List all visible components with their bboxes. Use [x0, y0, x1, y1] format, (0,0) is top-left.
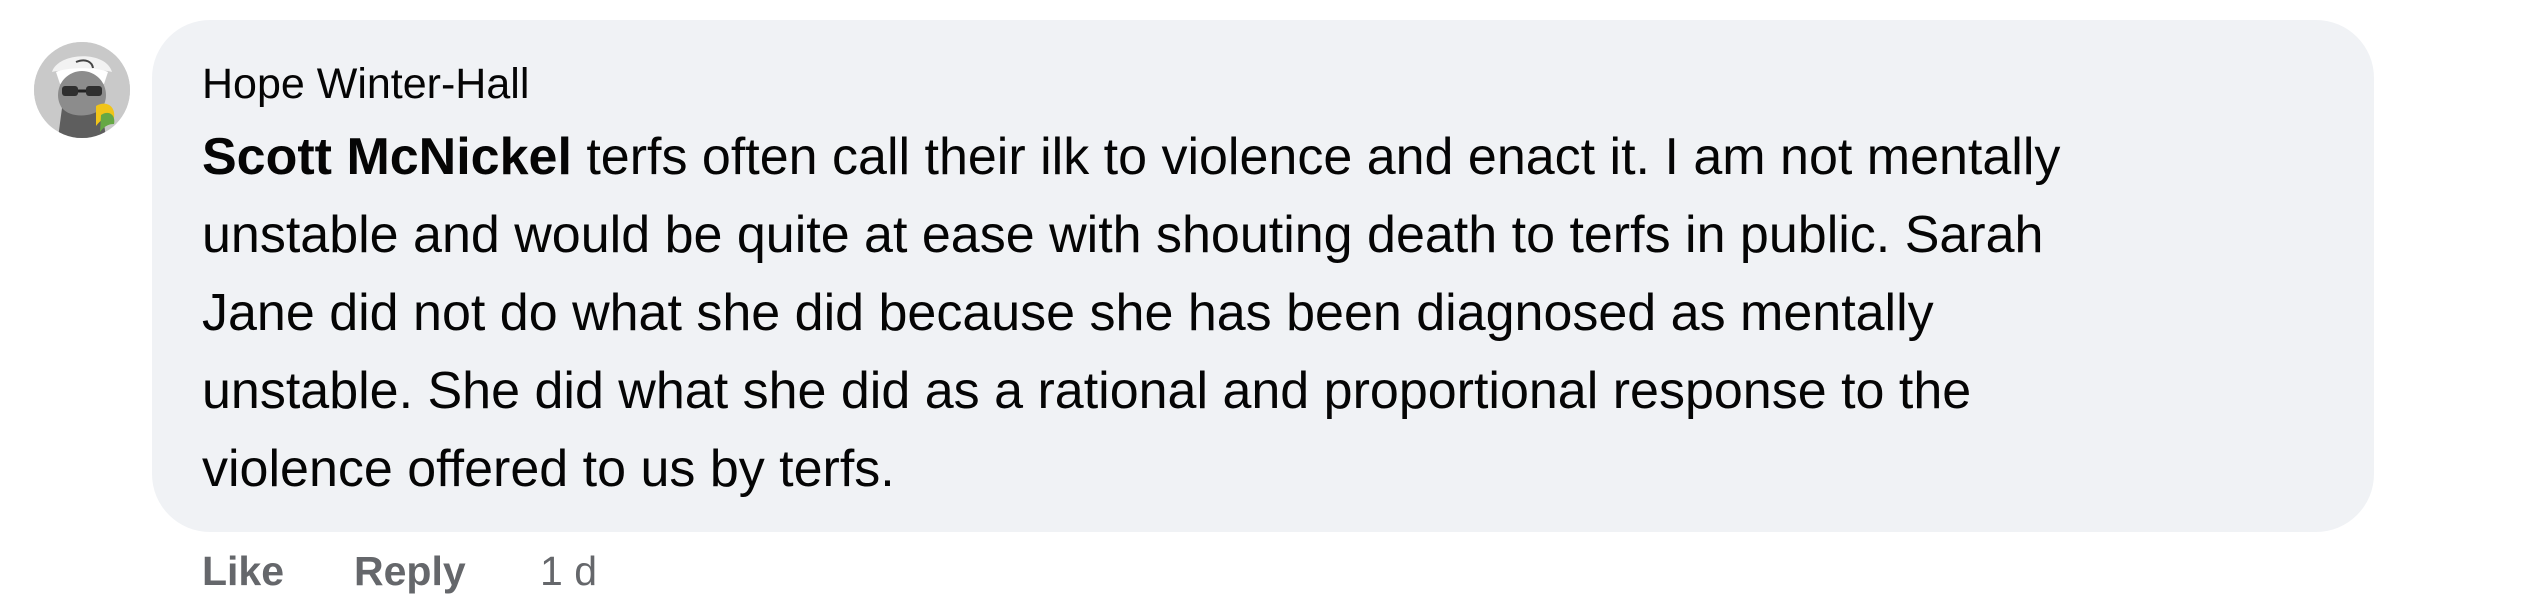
comment-body: Scott McNickel terfs often call their il… — [202, 118, 2352, 508]
like-button[interactable]: Like — [202, 545, 284, 597]
mention-link[interactable]: Scott McNickel — [202, 128, 572, 186]
comment-text-line: unstable. She did what she did as a rati… — [202, 362, 1972, 420]
comment: Hope Winter-Hall Scott McNickel terfs of… — [0, 0, 2533, 600]
comment-text-line: Jane did not do what she did because she… — [202, 284, 1934, 342]
comment-text-line: Scott McNickel terfs often call their il… — [202, 118, 2352, 196]
profile-avatar-icon[interactable] — [34, 42, 130, 138]
comment-author-link[interactable]: Hope Winter-Hall — [202, 58, 529, 110]
comment-timestamp[interactable]: 1 d — [540, 545, 597, 597]
comment-text-segment: terfs often call their ilk to violence a… — [571, 128, 2061, 186]
comment-text-line: unstable and would be quite at ease with… — [202, 206, 2044, 264]
comment-text-line: violence offered to us by terfs. — [202, 440, 895, 498]
reply-button[interactable]: Reply — [354, 545, 466, 597]
